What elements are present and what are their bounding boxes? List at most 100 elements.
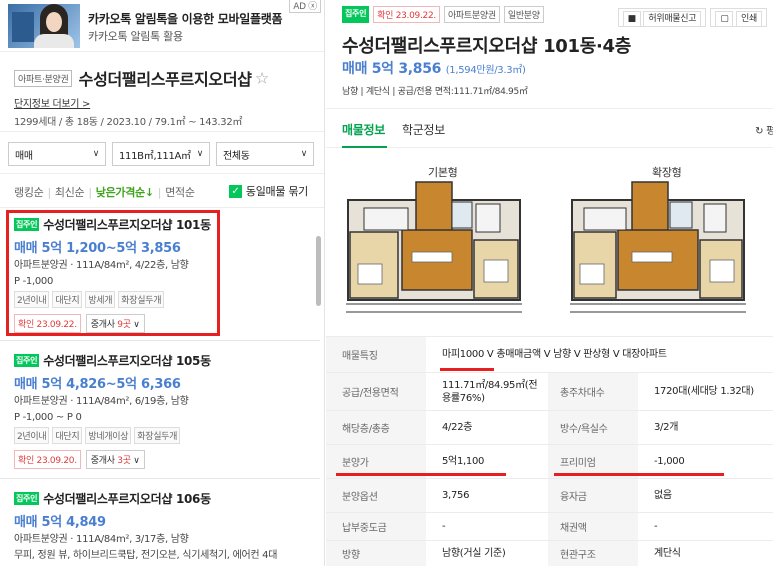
chevron-down-icon: ∨ xyxy=(300,149,308,159)
report-fake-button[interactable]: ■ 허위매물신고 xyxy=(617,8,707,27)
info-label: 방향 xyxy=(326,541,426,566)
property-type-tag: 아파트분양권 xyxy=(443,6,500,23)
info-label: 방수/욕실수 xyxy=(548,411,638,444)
listing-title[interactable]: 수성더팰리스푸르지오더샵 106동 xyxy=(43,490,211,507)
info-row-features: 매물특징 마피1000 V 총매매금액 V 남향 V 판상형 V 대장아파트 xyxy=(326,336,773,372)
listing-tags: 2년이내 대단지 방네개이상 화장실두개 xyxy=(14,427,314,444)
divider xyxy=(0,340,320,341)
ad-close-badge[interactable]: AD ⓧ xyxy=(289,0,321,13)
info-row-payment: 납부중도금 - 채권액 - xyxy=(326,512,773,540)
sort-ranking[interactable]: 랭킹순 xyxy=(14,186,44,199)
info-value: 마피1000 V 총매매금액 V 남향 V 판상형 V 대장아파트 xyxy=(442,349,667,360)
print-label: 인쇄 xyxy=(736,11,762,27)
chevron-down-icon: ∨ xyxy=(133,456,140,466)
building-value: 전체동 xyxy=(223,150,250,162)
plan-label-extended: 확장형 xyxy=(652,166,682,179)
detail-badges: 집주인 확인 23.09.22. 아파트분양권 일반분양 xyxy=(342,6,544,23)
checkbox-checked-icon[interactable]: ✓ xyxy=(228,184,242,198)
trade-type-value: 매매 xyxy=(15,150,33,162)
ad-subtitle: 카카오톡 알림톡 활용 xyxy=(88,30,183,43)
tab-listing-info[interactable]: 매물정보 xyxy=(342,121,385,138)
info-label: 공급/전용면적 xyxy=(326,373,426,410)
listing-price: 매매 5억 4,849 xyxy=(14,515,106,530)
detail-price: 매매 5억 3,856 (1,594만원/3.3㎡) xyxy=(342,58,526,78)
listing-item[interactable]: 집주인 수성더팰리스푸르지오더샵 105동 매매 5억 4,826~5억 6,3… xyxy=(14,352,314,469)
detail-summary: 남향 | 계단식 | 공급/전용 면적:111.71㎡/84.95㎡ xyxy=(342,87,528,97)
ad-thumbnail xyxy=(8,4,80,48)
group-same-listings[interactable]: ✓ 동일매물 묶기 xyxy=(228,183,308,199)
info-row-options: 분양옵션 3,756 융자금 없음 xyxy=(326,478,773,512)
sort-area[interactable]: 면적순 xyxy=(165,186,195,199)
detail-panel: 집주인 확인 23.09.22. 아파트분양권 일반분양 ■ 허위매물신고 ▢ … xyxy=(326,0,773,566)
sort-low-price[interactable]: 낮은가격순↓ xyxy=(96,186,154,199)
chevron-down-icon: ∨ xyxy=(196,149,204,159)
info-label: 분양옵션 xyxy=(326,479,426,512)
print-button[interactable]: ▢ 인쇄 xyxy=(710,8,767,27)
info-row-area: 공급/전용면적 111.71㎡/84.95㎡(전용률76%) 총주차대수 172… xyxy=(326,372,773,410)
tag: 대단지 xyxy=(52,427,83,444)
owner-badge: 집주인 xyxy=(14,354,40,367)
info-value: 계단식 xyxy=(654,548,681,559)
floor-plan-basic[interactable] xyxy=(346,180,522,322)
info-value: - xyxy=(442,521,446,532)
trade-type-select[interactable]: 매매 ∨ xyxy=(8,142,106,166)
listing-premium: P -1,000 ~ P 0 xyxy=(14,412,82,423)
listing-spec: 아파트분양권 · 111A/84m², 3/17층, 남향 xyxy=(14,534,189,545)
info-label: 납부중도금 xyxy=(326,513,426,540)
report-label: 허위매물신고 xyxy=(643,11,702,27)
divider xyxy=(0,478,320,479)
detail-price-value: 매매 5억 3,856 xyxy=(342,61,442,77)
listing-description: 무피, 정원 뷰, 하이브리드쿡탑, 전기오븐, 식기세척기, 에어컨 4대 xyxy=(14,550,278,561)
area-select[interactable]: 111B㎡,111A㎡ ∨ xyxy=(112,142,210,166)
highlight-underline xyxy=(336,473,506,476)
info-value: - xyxy=(654,521,658,532)
complex-info-more-link[interactable]: 단지정보 더보기 > xyxy=(14,95,310,110)
detail-tabs: 매물정보 학군정보 ↻ 평 xyxy=(326,108,773,148)
info-value: 3/2개 xyxy=(654,422,679,433)
sort-latest[interactable]: 최신순 xyxy=(55,186,85,199)
highlight-underline xyxy=(554,473,724,476)
info-label: 매물특징 xyxy=(326,337,426,372)
owner-badge: 집주인 xyxy=(14,492,40,505)
filter-bar: 매매 ∨ 111B㎡,111A㎡ ∨ 전체동 ∨ xyxy=(0,132,324,174)
highlight-underline xyxy=(440,368,494,371)
unit-toggle-button[interactable]: ↻ 평 xyxy=(755,122,773,137)
complex-name: 수성더팰리스푸르지오더샵 xyxy=(78,70,252,89)
ad-title[interactable]: 카카오톡 알림톡을 이용한 모바일플랫폼 xyxy=(88,10,283,27)
tag: 화장실두개 xyxy=(134,427,181,444)
info-label: 해당층/총층 xyxy=(326,411,426,444)
chevron-down-icon: ∨ xyxy=(92,149,100,159)
favorite-star-icon[interactable]: ☆ xyxy=(255,69,269,88)
complex-info: 1299세대 / 총 18동 / 2023.10 / 79.1㎡ ~ 143.3… xyxy=(14,117,243,128)
area-value: 111B㎡,111A㎡ xyxy=(119,150,191,162)
detail-actions: ■ 허위매물신고 ▢ 인쇄 xyxy=(617,8,767,27)
sort-bar: 랭킹순 | 최신순 | 낮은가격순↓ | 면적순 ✓ 동일매물 묶기 xyxy=(0,174,324,208)
tab-school-info[interactable]: 학군정보 xyxy=(402,121,445,138)
listing-spec: 아파트분양권 · 111A/84m², 6/19층, 남향 xyxy=(14,396,189,407)
info-value: 3,756 xyxy=(442,490,470,501)
scrollbar-thumb[interactable] xyxy=(316,236,321,306)
info-row-floor: 해당층/총층 4/22층 방수/욕실수 3/2개 xyxy=(326,410,773,444)
price-per-area: (1,594만원/3.3㎡) xyxy=(445,65,526,76)
info-value: 111.71㎡/84.95㎡(전용률76%) xyxy=(442,379,538,404)
complex-type-tag: 아파트·분양권 xyxy=(14,69,73,87)
plan-label-basic: 기본형 xyxy=(428,166,458,179)
complex-header: 아파트·분양권 수성더팰리스푸르지오더샵 ☆ 단지정보 더보기 > 1299세대… xyxy=(0,52,324,132)
highlight-box xyxy=(6,210,220,336)
tag: 방네개이상 xyxy=(85,427,132,444)
listing-title[interactable]: 수성더팰리스푸르지오더샵 105동 xyxy=(43,352,211,369)
ad-banner[interactable]: 카카오톡 알림톡을 이용한 모바일플랫폼 카카오톡 알림톡 활용 AD ⓧ xyxy=(0,0,324,52)
listing-price: 매매 5억 4,826~5억 6,366 xyxy=(14,377,181,392)
active-tab-indicator xyxy=(342,146,387,148)
listing-item[interactable]: 집주인 수성더팰리스푸르지오더샵 106동 매매 5억 4,849 아파트분양권… xyxy=(14,490,314,562)
info-label: 융자금 xyxy=(548,479,638,512)
floor-plan-extended[interactable] xyxy=(570,180,746,322)
sale-category-tag: 일반분양 xyxy=(503,6,544,23)
broker-count-button[interactable]: 중개사 3곳 ∨ xyxy=(85,450,145,469)
confirm-date: 확인 23.09.20. xyxy=(14,450,81,469)
print-icon: ▢ xyxy=(715,11,734,27)
building-select[interactable]: 전체동 ∨ xyxy=(216,142,314,166)
listing-panel: 카카오톡 알림톡을 이용한 모바일플랫폼 카카오톡 알림톡 활용 AD ⓧ 아파… xyxy=(0,0,325,566)
info-label: 총주차대수 xyxy=(548,373,638,410)
info-label: 현관구조 xyxy=(548,541,638,566)
